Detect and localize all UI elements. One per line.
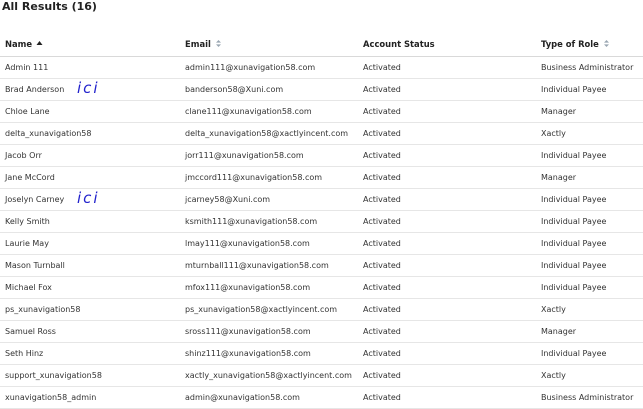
cell-type-of-role: Xactly [541,129,566,138]
cell-email: mturnball111@xunavigation58.com [185,261,329,270]
cell-email: jmccord111@xunavigation58.com [185,173,323,182]
cell-name: Kelly Smith [5,217,50,226]
cell-name: ps_xunavigation58 [5,305,81,314]
page-title: All Results (16) [2,0,97,13]
handwritten-annotation: ici [77,189,100,207]
cell-email: mfox111@xunavigation58.com [185,283,311,292]
sort-up-icon [36,39,43,48]
cell-account-status: Activated [363,283,401,292]
cell-type-of-role: Manager [541,107,577,116]
cell-name: xunavigation58_admin [5,393,97,402]
cell-type-of-role: Business Administrator [541,63,634,72]
cell-account-status: Activated [363,261,401,270]
cell-email: sross111@xunavigation58.com [185,327,311,336]
cell-name: Laurie May [5,239,49,248]
sort-both-icon [603,39,610,48]
column-header-name[interactable]: Name [5,33,43,56]
cell-name: Jacob Orr [5,151,42,160]
table-row[interactable]: Jacob Orr jorr111@xunavigation58.com Activ… [0,145,643,167]
table-row[interactable]: delta_xunavigation58 delta_xunavigation58… [0,123,643,145]
table-row[interactable]: Chloe Lane clane111@xunavigation58.com Act… [0,101,643,123]
cell-email: jcarney58@Xuni.com [185,195,271,204]
cell-name: Seth Hinz [5,349,44,358]
cell-email: jorr111@xunavigation58.com [185,151,304,160]
cell-name: Brad Anderson [5,85,65,94]
table-row[interactable]: Admin 111 admin111@xunavigation58.com Acti… [0,57,643,79]
column-header-account-status: Account Status [363,33,435,56]
table-row[interactable]: xunavigation58_admin admin@xunavigation58… [0,387,643,409]
cell-email: banderson58@Xuni.com [185,85,284,94]
cell-email: admin@xunavigation58.com [185,393,300,402]
cell-email: ksmith111@xunavigation58.com [185,217,318,226]
cell-name: Jane McCord [5,173,55,182]
table-row[interactable]: Kelly Smith ksmith111@xunavigation58.com A… [0,211,643,233]
cell-email: clane111@xunavigation58.com [185,107,312,116]
table-row[interactable]: support_xunavigation58 xactly_xunavigatio… [0,365,643,387]
cell-type-of-role: Individual Payee [541,217,607,226]
cell-account-status: Activated [363,195,401,204]
handwritten-annotation: ici [77,79,100,97]
table-row[interactable]: Seth Hinz shinz111@xunavigation58.com Acti… [0,343,643,365]
cell-name: Joselyn Carney [5,195,65,204]
cell-name: Michael Fox [5,283,52,292]
cell-account-status: Activated [363,217,401,226]
cell-name: delta_xunavigation58 [5,129,92,138]
table-row[interactable]: Samuel Ross sross111@xunavigation58.com Ac… [0,321,643,343]
cell-type-of-role: Individual Payee [541,239,607,248]
cell-email: ps_xunavigation58@xactlyincent.com [185,305,338,314]
table-header-row: Name Email Account Status Type of Role [0,33,643,57]
cell-type-of-role: Xactly [541,305,566,314]
cell-type-of-role: Individual Payee [541,261,607,270]
cell-account-status: Activated [363,107,401,116]
cell-account-status: Activated [363,239,401,248]
column-header-email-label: Email [185,39,211,49]
cell-account-status: Activated [363,129,401,138]
cell-account-status: Activated [363,349,401,358]
cell-type-of-role: Individual Payee [541,349,607,358]
cell-type-of-role: Manager [541,173,577,182]
cell-name: support_xunavigation58 [5,371,102,380]
table-row[interactable]: Mason Turnball mturnball111@xunavigation5… [0,255,643,277]
column-header-email[interactable]: Email [185,33,222,56]
cell-account-status: Activated [363,63,401,72]
cell-type-of-role: Individual Payee [541,283,607,292]
table-row[interactable]: Jane McCord jmccord111@xunavigation58.com… [0,167,643,189]
sort-both-icon [215,39,222,48]
table-row[interactable]: ps_xunavigation58 ps_xunavigation58@xactl… [0,299,643,321]
cell-account-status: Activated [363,371,401,380]
cell-account-status: Activated [363,85,401,94]
column-header-name-label: Name [5,39,33,49]
cell-type-of-role: Individual Payee [541,85,607,94]
cell-account-status: Activated [363,327,401,336]
cell-type-of-role: Individual Payee [541,195,607,204]
cell-name: Mason Turnball [5,261,65,270]
cell-name: Samuel Ross [5,327,56,336]
table-row[interactable]: Laurie May lmay111@xunavigation58.com Acti… [0,233,643,255]
cell-name: Chloe Lane [5,107,50,116]
results-table: Name Email Account Status Type of Role A… [0,33,643,409]
cell-type-of-role: Business Administrator [541,393,634,402]
cell-email: delta_xunavigation58@xactlyincent.com [185,129,349,138]
cell-name: Admin 111 [5,63,49,72]
column-header-account-status-label: Account Status [363,39,435,49]
cell-type-of-role: Manager [541,327,577,336]
column-header-type-of-role-label: Type of Role [541,39,599,49]
column-header-type-of-role[interactable]: Type of Role [541,33,610,56]
cell-email: admin111@xunavigation58.com [185,63,316,72]
cell-email: lmay111@xunavigation58.com [185,239,310,248]
cell-email: xactly_xunavigation58@xactlyincent.com [185,371,352,380]
table-body: Admin 111 admin111@xunavigation58.com Acti… [0,57,643,409]
cell-type-of-role: Xactly [541,371,566,380]
cell-email: shinz111@xunavigation58.com [185,349,311,358]
cell-account-status: Activated [363,173,401,182]
cell-account-status: Activated [363,393,401,402]
cell-account-status: Activated [363,151,401,160]
table-row[interactable]: Michael Fox mfox111@xunavigation58.com Act… [0,277,643,299]
cell-account-status: Activated [363,305,401,314]
cell-type-of-role: Individual Payee [541,151,607,160]
